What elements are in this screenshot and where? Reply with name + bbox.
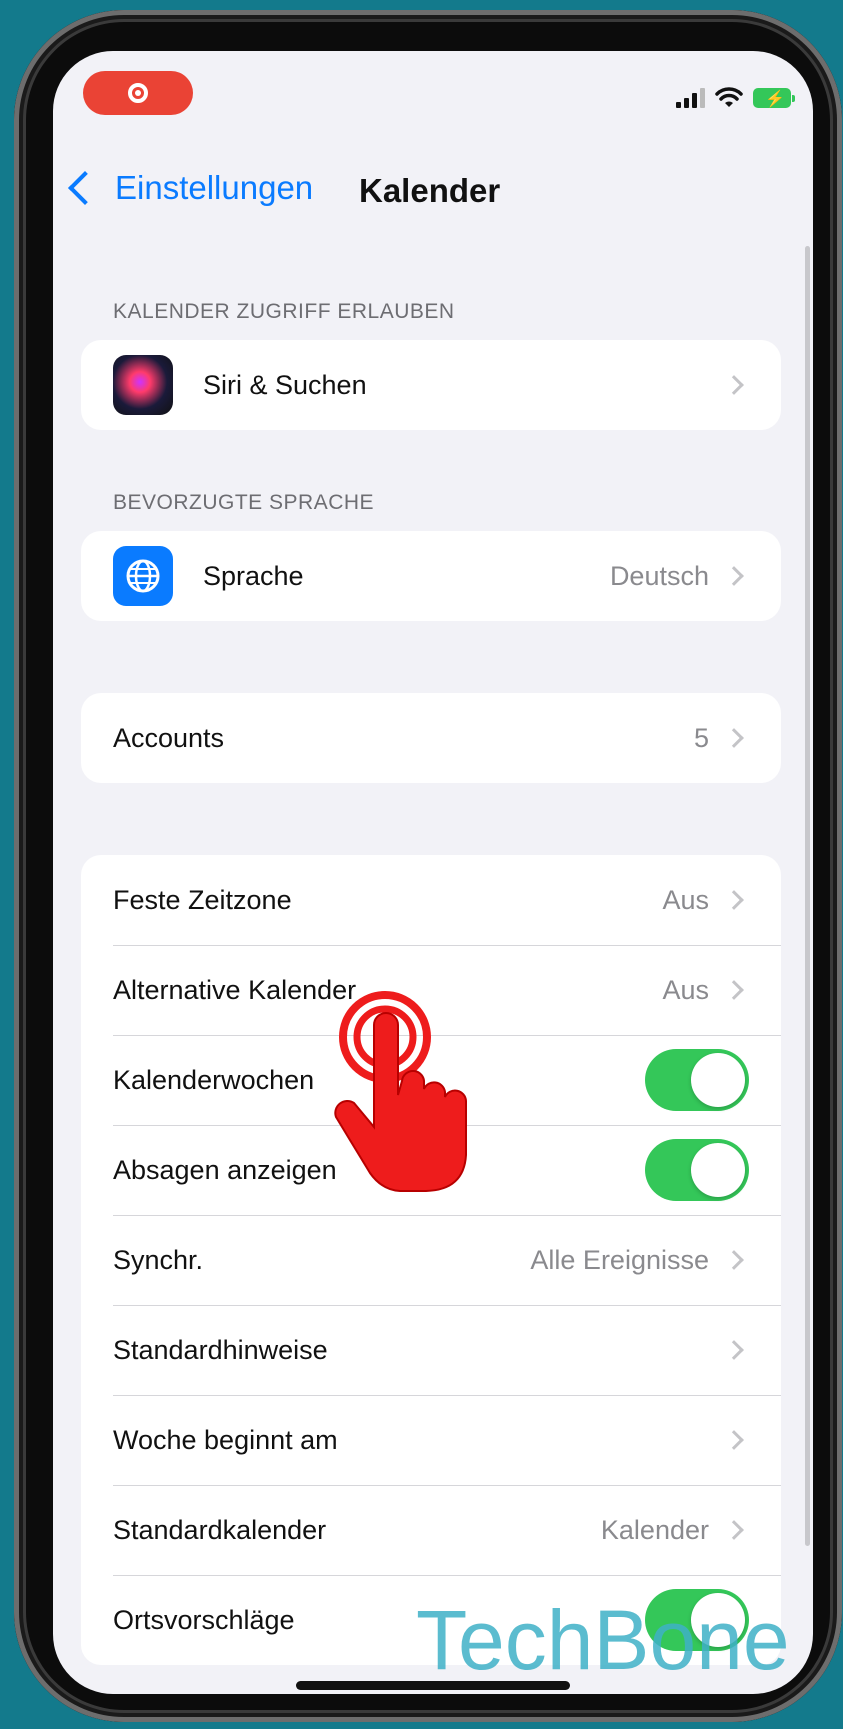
chevron-right-icon: [724, 890, 744, 910]
row-label: Kalenderwochen: [113, 1064, 315, 1095]
row-label: Accounts: [113, 722, 225, 753]
status-icons: ⚡: [676, 87, 795, 109]
siri-icon: [113, 355, 173, 415]
watermark: TechBone: [416, 1593, 790, 1687]
navigation-bar: Einstellungen Kalender: [53, 169, 813, 229]
back-label: Einstellungen: [115, 169, 314, 206]
row-sync[interactable]: Synchr. Alle Ereignisse: [81, 1215, 781, 1305]
row-accounts[interactable]: Accounts 5: [81, 693, 781, 783]
section-header-access: KALENDER ZUGRIFF ERLAUBEN: [113, 300, 455, 323]
signal-icon: [676, 88, 705, 108]
row-value: Aus: [662, 884, 709, 915]
row-label: Ortsvorschläge: [113, 1604, 295, 1635]
chevron-left-icon: [68, 171, 102, 205]
row-week-start[interactable]: Woche beginnt am: [81, 1395, 781, 1485]
chevron-right-icon: [724, 375, 744, 395]
tap-hand-icon: [334, 991, 467, 1192]
battery-charging-icon: ⚡: [753, 88, 795, 108]
row-value: Deutsch: [609, 560, 709, 591]
row-label: Siri & Suchen: [203, 369, 367, 400]
row-label: Standardhinweise: [113, 1334, 328, 1365]
section-header-language: BEVORZUGTE SPRACHE: [113, 491, 375, 514]
row-value: Alle Ereignisse: [530, 1244, 709, 1275]
group-accounts: Accounts 5: [81, 693, 781, 783]
scrollbar[interactable]: [805, 246, 810, 1546]
row-label: Standardkalender: [113, 1514, 327, 1545]
row-default-alerts[interactable]: Standardhinweise: [81, 1305, 781, 1395]
chevron-right-icon: [724, 1430, 744, 1450]
wifi-icon: [715, 87, 743, 107]
row-label: Absagen anzeigen: [113, 1154, 337, 1185]
page-title: Kalender: [359, 172, 501, 209]
chevron-right-icon: [724, 566, 744, 586]
globe-icon: [113, 546, 173, 606]
row-value: Aus: [662, 974, 709, 1005]
week-numbers-toggle[interactable]: [645, 1049, 749, 1111]
chevron-right-icon: [724, 1520, 744, 1540]
row-language[interactable]: Sprache Deutsch: [81, 531, 781, 621]
screen-recording-indicator[interactable]: [83, 71, 193, 115]
row-value: Kalender: [600, 1514, 709, 1545]
screen-recording-icon: [128, 83, 148, 103]
row-label: Synchr.: [113, 1244, 204, 1275]
screen: ⚡ Einstellungen Kalender KALENDER ZUGRIF…: [53, 51, 813, 1694]
chevron-right-icon: [724, 1250, 744, 1270]
show-declined-toggle[interactable]: [645, 1139, 749, 1201]
row-default-calendar[interactable]: Standardkalender Kalender: [81, 1485, 781, 1575]
row-siri-search[interactable]: Siri & Suchen: [81, 340, 781, 430]
group-calendar-settings: Feste Zeitzone Aus Alternative Kalender …: [81, 855, 781, 1665]
row-label: Feste Zeitzone: [113, 884, 292, 915]
chevron-right-icon: [724, 1340, 744, 1360]
group-siri: Siri & Suchen: [81, 340, 781, 430]
row-label: Woche beginnt am: [113, 1424, 338, 1455]
row-label: Alternative Kalender: [113, 974, 357, 1005]
row-value: 5: [693, 722, 709, 753]
row-fixed-timezone[interactable]: Feste Zeitzone Aus: [81, 855, 781, 945]
group-language: Sprache Deutsch: [81, 531, 781, 621]
row-label: Sprache: [203, 560, 304, 591]
back-button[interactable]: Einstellungen: [65, 169, 313, 207]
chevron-right-icon: [724, 980, 744, 1000]
chevron-right-icon: [724, 728, 744, 748]
